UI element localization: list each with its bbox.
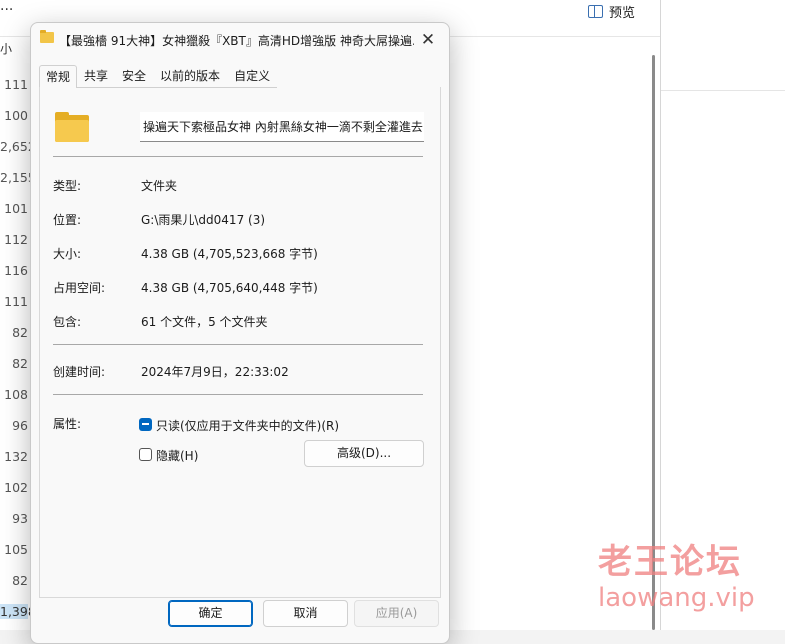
file-size-cell[interactable]: 102 — [0, 480, 28, 495]
watermark-cn: 老王论坛 — [598, 542, 742, 582]
file-size-cell[interactable]: 2,652 — [0, 139, 36, 154]
type-label: 类型: — [53, 179, 82, 193]
file-size-cell[interactable]: 93 — [0, 511, 28, 526]
large-folder-icon — [55, 112, 89, 142]
divider — [53, 344, 423, 345]
file-size-cell[interactable]: 100 — [0, 108, 28, 123]
file-size-cell[interactable]: 82 — [0, 356, 28, 371]
folder-icon — [40, 30, 54, 43]
location-value: G:\雨果儿\dd0417 (3) — [141, 213, 266, 227]
file-size-cell[interactable]: 96 — [0, 418, 28, 433]
properties-dialog: 【最強檣 91大神】女神獵殺『XBT』高清HD增強版 神奇大屌操遍... ✕ 常… — [30, 22, 450, 644]
disk-size-label: 占用空间: — [53, 281, 106, 295]
tab-sharing[interactable]: 共享 — [77, 65, 116, 88]
hidden-label[interactable]: 隐藏(H) — [156, 447, 198, 464]
file-size-cell[interactable]: 101 — [0, 201, 28, 216]
apply-button[interactable]: 应用(A) — [354, 600, 439, 627]
hidden-checkbox[interactable] — [139, 448, 152, 461]
advanced-button[interactable]: 高级(D)... — [304, 440, 424, 467]
disk-size-value: 4.38 GB (4,705,640,448 字节) — [141, 281, 318, 295]
dialog-title-bar[interactable]: 【最強檣 91大神】女神獵殺『XBT』高清HD增強版 神奇大屌操遍... ✕ — [31, 23, 449, 55]
readonly-label[interactable]: 只读(仅应用于文件夹中的文件)(R) — [156, 417, 339, 434]
close-button[interactable]: ✕ — [417, 29, 439, 51]
contains-label: 包含: — [53, 315, 82, 329]
dialog-title: 【最強檣 91大神】女神獵殺『XBT』高清HD增強版 神奇大屌操遍... — [59, 34, 414, 48]
preview-button[interactable]: 预览 — [588, 2, 635, 21]
ok-button[interactable]: 确定 — [168, 600, 253, 627]
contains-value: 61 个文件，5 个文件夹 — [141, 315, 268, 329]
file-size-cell[interactable]: 112 — [0, 232, 28, 247]
tab-security[interactable]: 安全 — [115, 65, 154, 88]
file-size-cell[interactable]: 111 — [0, 77, 28, 92]
size-label: 大小: — [53, 247, 82, 261]
file-size-cell[interactable]: 82 — [0, 573, 28, 588]
readonly-checkbox[interactable] — [139, 418, 152, 431]
file-size-cell[interactable]: 2,155 — [0, 170, 36, 185]
file-size-cell[interactable]: 105 — [0, 542, 28, 557]
file-size-cell[interactable]: 116 — [0, 263, 28, 278]
tab-general[interactable]: 常规 — [39, 65, 78, 88]
preview-pane-divider — [661, 90, 785, 91]
watermark-en: laowang.vip — [598, 583, 755, 613]
file-size-cell[interactable]: 82 — [0, 325, 28, 340]
location-label: 位置: — [53, 213, 82, 227]
preview-label: 预览 — [609, 6, 636, 21]
cancel-button[interactable]: 取消 — [263, 600, 348, 627]
folder-name-field[interactable]: 操遍天下索極品女神 內射黑絲女神一滴不剩全灌進去 — [140, 112, 424, 142]
size-value: 4.38 GB (4,705,523,668 字节) — [141, 247, 318, 261]
tab-customize[interactable]: 自定义 — [227, 65, 278, 88]
created-value: 2024年7月9日，22:33:02 — [141, 365, 289, 379]
file-size-cell[interactable]: 111 — [0, 294, 28, 309]
tab-panel — [39, 87, 441, 598]
file-size-cell[interactable]: 132 — [0, 449, 28, 464]
file-size-cell[interactable]: 1,398 — [0, 604, 36, 619]
attributes-label: 属性: — [53, 417, 82, 431]
preview-pane-icon — [588, 5, 603, 18]
more-options-icon[interactable]: ··· — [0, 2, 13, 18]
tab-strip: 常规 共享 安全 以前的版本 自定义 — [39, 65, 278, 88]
size-column-header[interactable]: 小 — [0, 40, 12, 57]
divider — [53, 394, 423, 395]
created-label: 创建时间: — [53, 365, 106, 379]
file-size-cell[interactable]: 108 — [0, 387, 28, 402]
tab-previous-versions[interactable]: 以前的版本 — [153, 65, 228, 88]
divider — [53, 156, 423, 157]
type-value: 文件夹 — [141, 179, 178, 193]
watermark: 老王论坛 laowang.vip — [598, 542, 773, 614]
preview-pane — [660, 0, 785, 630]
